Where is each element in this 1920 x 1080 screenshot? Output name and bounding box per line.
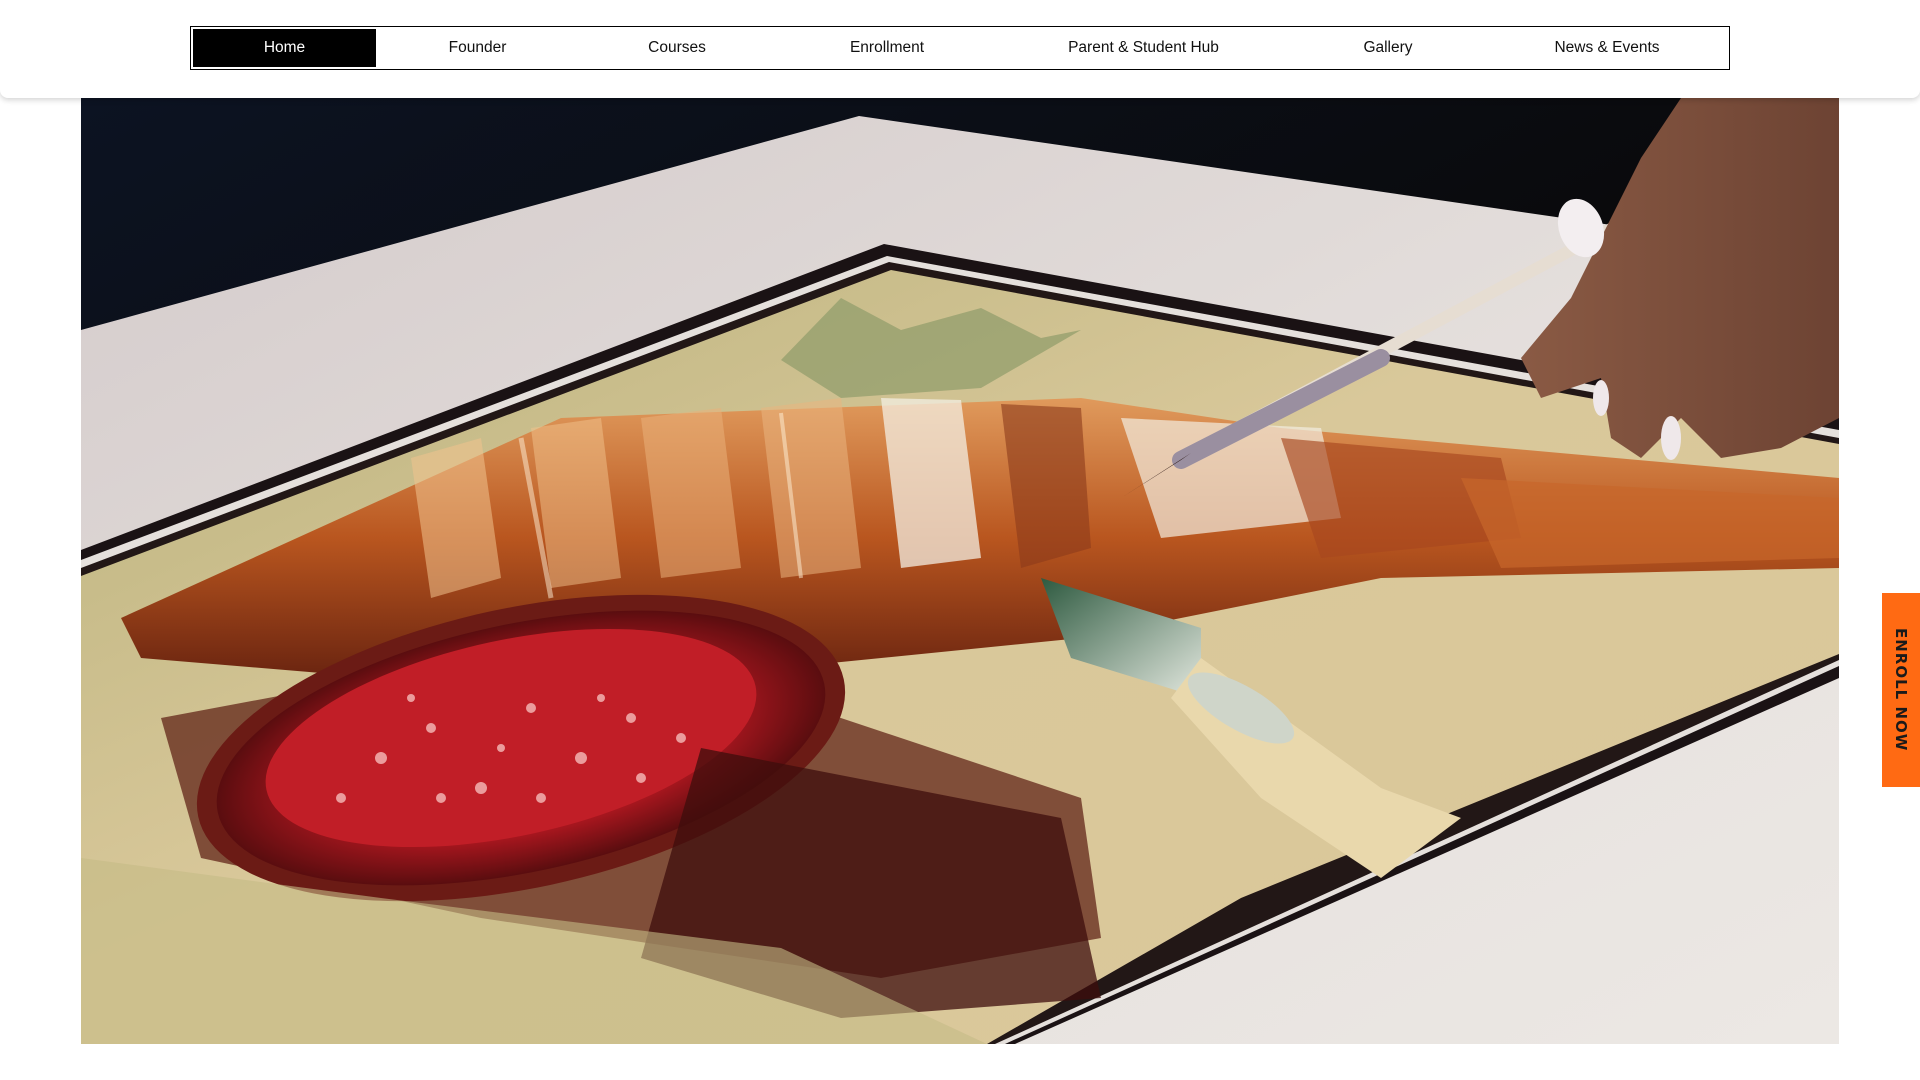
hero-image (81, 98, 1839, 1044)
main-nav: Home Founder Courses Enrollment Parent &… (190, 26, 1730, 70)
enroll-now-tab[interactable]: ENROLL NOW (1882, 593, 1920, 787)
nav-item-founder[interactable]: Founder (376, 29, 579, 67)
nav-item-news-events[interactable]: News & Events (1488, 29, 1726, 67)
site-header: Home Founder Courses Enrollment Parent &… (0, 0, 1920, 98)
nav-item-courses[interactable]: Courses (579, 29, 775, 67)
enroll-now-label: ENROLL NOW (1892, 628, 1910, 752)
nav-item-enrollment[interactable]: Enrollment (775, 29, 999, 67)
nav-item-gallery[interactable]: Gallery (1288, 29, 1488, 67)
nav-item-parent-student-hub[interactable]: Parent & Student Hub (999, 29, 1288, 67)
nav-item-home[interactable]: Home (193, 29, 376, 67)
